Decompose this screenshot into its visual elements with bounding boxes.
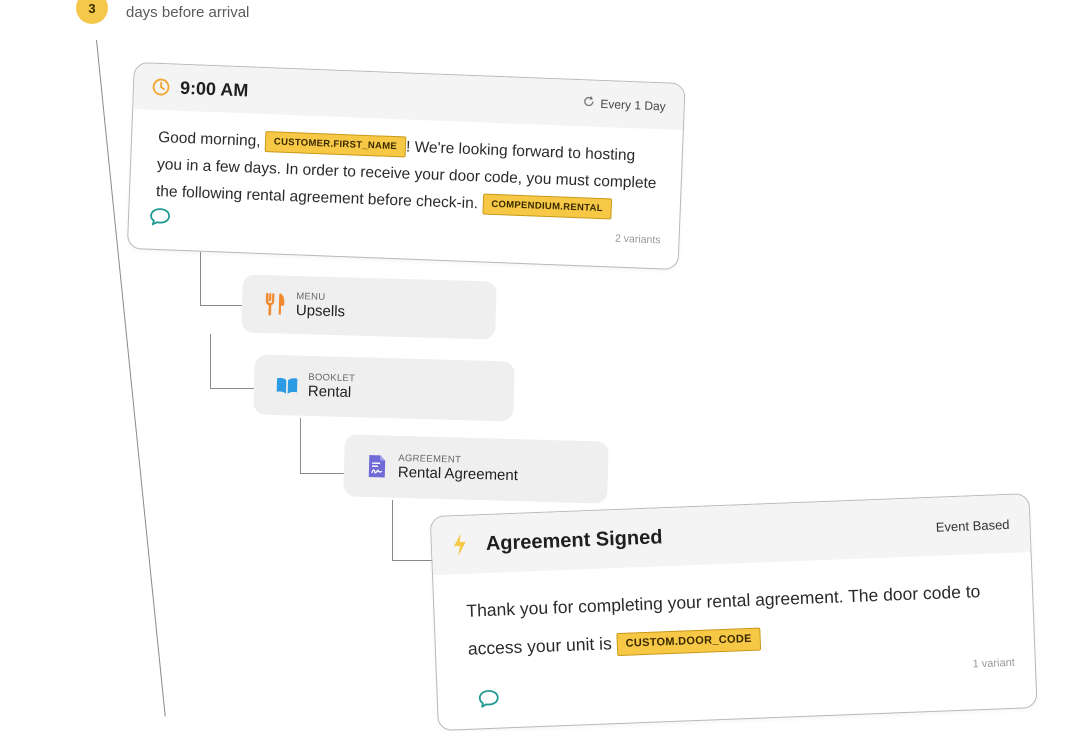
connector-line bbox=[210, 334, 212, 388]
chat-icon[interactable] bbox=[148, 207, 171, 233]
variable-tag-customer-first-name[interactable]: CUSTOMER.FIRST_NAME bbox=[264, 131, 407, 158]
lightning-icon bbox=[451, 533, 472, 558]
scheduled-message-card[interactable]: 9:00 AM Every 1 Day Good morning, CUSTOM… bbox=[126, 62, 686, 271]
message-text: Good morning, bbox=[157, 128, 266, 151]
connector-line bbox=[200, 252, 202, 306]
event-title: Agreement Signed bbox=[485, 525, 663, 555]
variable-tag-custom-door-code[interactable]: CUSTOM.DOOR_CODE bbox=[616, 627, 762, 656]
connector-line bbox=[392, 500, 394, 560]
connector-line bbox=[200, 305, 244, 307]
node-title: Upsells bbox=[295, 301, 346, 321]
step-number-badge: 3 bbox=[76, 0, 108, 24]
repeat-icon bbox=[582, 95, 595, 110]
event-message-card[interactable]: Agreement Signed Event Based Thank you f… bbox=[429, 493, 1038, 731]
menu-node-upsells[interactable]: MENU Upsells bbox=[241, 274, 497, 340]
connector-line bbox=[300, 418, 302, 474]
booklet-node-rental[interactable]: BOOKLET Rental bbox=[253, 354, 515, 422]
utensils-icon bbox=[264, 292, 287, 317]
document-signature-icon bbox=[366, 454, 389, 479]
variant-count[interactable]: 1 variant bbox=[972, 657, 1015, 671]
repeat-schedule[interactable]: Every 1 Day bbox=[582, 95, 666, 113]
chat-icon[interactable] bbox=[477, 689, 500, 715]
connector-line bbox=[300, 473, 346, 475]
step-label: days before arrival bbox=[126, 4, 250, 21]
node-title: Rental bbox=[307, 382, 352, 402]
node-title: Rental Agreement bbox=[397, 463, 519, 485]
variable-tag-compendium-rental[interactable]: COMPENDIUM.RENTAL bbox=[481, 193, 613, 220]
send-time: 9:00 AM bbox=[179, 77, 249, 100]
repeat-label: Every 1 Day bbox=[600, 96, 666, 113]
clock-icon bbox=[152, 78, 171, 97]
book-icon bbox=[276, 373, 299, 398]
trigger-type: Event Based bbox=[935, 516, 1010, 535]
connector-line bbox=[210, 388, 256, 390]
variant-count[interactable]: 2 variants bbox=[615, 233, 661, 247]
agreement-node-rental-agreement[interactable]: AGREEMENT Rental Agreement bbox=[343, 434, 609, 504]
